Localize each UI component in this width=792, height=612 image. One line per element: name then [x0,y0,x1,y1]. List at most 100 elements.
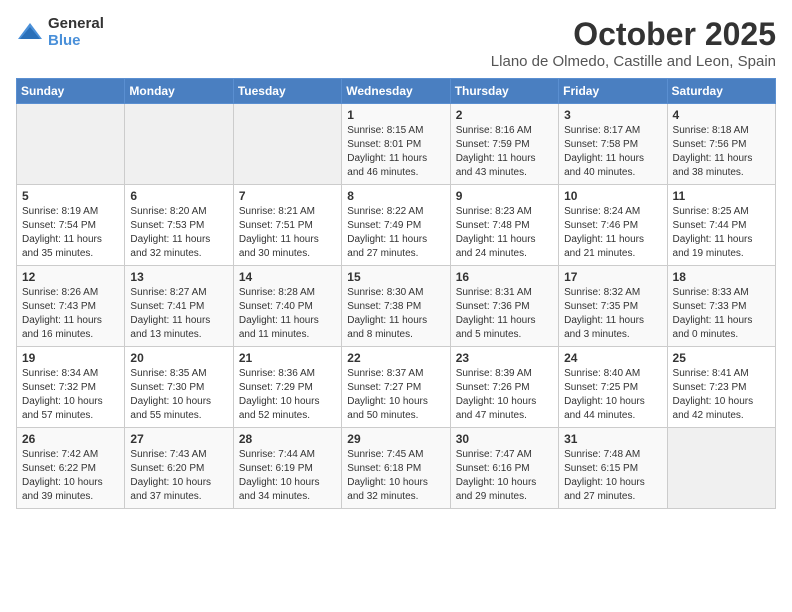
calendar-cell [667,428,775,509]
calendar-cell: 5 Sunrise: 8:19 AM Sunset: 7:54 PM Daylig… [17,185,125,266]
day-info: Sunrise: 8:18 AM Sunset: 7:56 PM Dayligh… [673,124,770,180]
day-info: Sunrise: 8:27 AM Sunset: 7:41 PM Dayligh… [130,286,227,342]
day-info: Sunrise: 8:28 AM Sunset: 7:40 PM Dayligh… [239,286,336,342]
day-number: 16 [456,270,553,284]
header-monday: Monday [125,79,233,104]
day-number: 1 [347,108,444,122]
calendar-week-2: 5 Sunrise: 8:19 AM Sunset: 7:54 PM Daylig… [17,185,776,266]
day-number: 8 [347,189,444,203]
calendar-cell: 24 Sunrise: 8:40 AM Sunset: 7:25 PM Dayli… [559,347,667,428]
day-number: 2 [456,108,553,122]
day-info: Sunrise: 8:26 AM Sunset: 7:43 PM Dayligh… [22,286,119,342]
day-info: Sunrise: 7:47 AM Sunset: 6:16 PM Dayligh… [456,448,553,504]
day-number: 26 [22,432,119,446]
day-number: 6 [130,189,227,203]
day-info: Sunrise: 8:22 AM Sunset: 7:49 PM Dayligh… [347,205,444,261]
header-saturday: Saturday [667,79,775,104]
calendar-cell: 21 Sunrise: 8:36 AM Sunset: 7:29 PM Dayli… [233,347,341,428]
day-info: Sunrise: 8:31 AM Sunset: 7:36 PM Dayligh… [456,286,553,342]
title-block: October 2025 Llano de Olmedo, Castille a… [491,16,776,70]
calendar-cell: 23 Sunrise: 8:39 AM Sunset: 7:26 PM Dayli… [450,347,558,428]
day-number: 23 [456,351,553,365]
day-info: Sunrise: 8:41 AM Sunset: 7:23 PM Dayligh… [673,367,770,423]
logo-blue: Blue [48,33,104,50]
day-info: Sunrise: 8:40 AM Sunset: 7:25 PM Dayligh… [564,367,661,423]
header-row: Sunday Monday Tuesday Wednesday Thursday… [17,79,776,104]
header-wednesday: Wednesday [342,79,450,104]
calendar-cell: 14 Sunrise: 8:28 AM Sunset: 7:40 PM Dayli… [233,266,341,347]
calendar-cell: 31 Sunrise: 7:48 AM Sunset: 6:15 PM Dayli… [559,428,667,509]
day-number: 17 [564,270,661,284]
day-number: 20 [130,351,227,365]
calendar-cell: 29Sunrise: 7:45 AM Sunset: 6:18 PM Dayli… [342,428,450,509]
day-info: Sunrise: 8:23 AM Sunset: 7:48 PM Dayligh… [456,205,553,261]
day-number: 28 [239,432,336,446]
calendar-cell: 9 Sunrise: 8:23 AM Sunset: 7:48 PM Daylig… [450,185,558,266]
header-friday: Friday [559,79,667,104]
calendar-cell: 8 Sunrise: 8:22 AM Sunset: 7:49 PM Daylig… [342,185,450,266]
day-info: Sunrise: 8:30 AM Sunset: 7:38 PM Dayligh… [347,286,444,342]
calendar-cell [233,104,341,185]
day-number: 7 [239,189,336,203]
calendar-cell: 17 Sunrise: 8:32 AM Sunset: 7:35 PM Dayli… [559,266,667,347]
calendar-cell: 4 Sunrise: 8:18 AM Sunset: 7:56 PM Daylig… [667,104,775,185]
calendar-cell: 13Sunrise: 8:27 AM Sunset: 7:41 PM Dayli… [125,266,233,347]
day-info: Sunrise: 8:39 AM Sunset: 7:26 PM Dayligh… [456,367,553,423]
calendar-cell [17,104,125,185]
day-number: 10 [564,189,661,203]
day-info: Sunrise: 8:36 AM Sunset: 7:29 PM Dayligh… [239,367,336,423]
calendar-cell: 30 Sunrise: 7:47 AM Sunset: 6:16 PM Dayli… [450,428,558,509]
day-number: 29 [347,432,444,446]
header-sunday: Sunday [17,79,125,104]
calendar-cell: 11 Sunrise: 8:25 AM Sunset: 7:44 PM Dayli… [667,185,775,266]
day-info: Sunrise: 8:35 AM Sunset: 7:30 PM Dayligh… [130,367,227,423]
day-number: 24 [564,351,661,365]
day-info: Sunrise: 8:34 AM Sunset: 7:32 PM Dayligh… [22,367,119,423]
calendar-cell [125,104,233,185]
logo: General Blue [16,16,104,49]
day-number: 31 [564,432,661,446]
day-info: Sunrise: 7:48 AM Sunset: 6:15 PM Dayligh… [564,448,661,504]
logo-icon [16,19,44,47]
page-header: General Blue October 2025 Llano de Olmed… [16,16,776,70]
calendar-cell: 22Sunrise: 8:37 AM Sunset: 7:27 PM Dayli… [342,347,450,428]
day-number: 11 [673,189,770,203]
day-number: 4 [673,108,770,122]
day-info: Sunrise: 8:24 AM Sunset: 7:46 PM Dayligh… [564,205,661,261]
calendar-cell: 18Sunrise: 8:33 AM Sunset: 7:33 PM Dayli… [667,266,775,347]
calendar-cell: 25Sunrise: 8:41 AM Sunset: 7:23 PM Dayli… [667,347,775,428]
calendar-cell: 2Sunrise: 8:16 AM Sunset: 7:59 PM Daylig… [450,104,558,185]
calendar-cell: 3Sunrise: 8:17 AM Sunset: 7:58 PM Daylig… [559,104,667,185]
calendar-cell: 20 Sunrise: 8:35 AM Sunset: 7:30 PM Dayli… [125,347,233,428]
day-number: 14 [239,270,336,284]
calendar-cell: 1Sunrise: 8:15 AM Sunset: 8:01 PM Daylig… [342,104,450,185]
day-number: 21 [239,351,336,365]
calendar-cell: 15Sunrise: 8:30 AM Sunset: 7:38 PM Dayli… [342,266,450,347]
day-info: Sunrise: 8:19 AM Sunset: 7:54 PM Dayligh… [22,205,119,261]
day-number: 19 [22,351,119,365]
day-number: 9 [456,189,553,203]
day-info: Sunrise: 8:32 AM Sunset: 7:35 PM Dayligh… [564,286,661,342]
day-number: 22 [347,351,444,365]
calendar-cell: 16 Sunrise: 8:31 AM Sunset: 7:36 PM Dayli… [450,266,558,347]
calendar-week-5: 26Sunrise: 7:42 AM Sunset: 6:22 PM Dayli… [17,428,776,509]
calendar-cell: 6 Sunrise: 8:20 AM Sunset: 7:53 PM Daylig… [125,185,233,266]
day-number: 12 [22,270,119,284]
day-info: Sunrise: 8:25 AM Sunset: 7:44 PM Dayligh… [673,205,770,261]
day-info: Sunrise: 7:44 AM Sunset: 6:19 PM Dayligh… [239,448,336,504]
calendar-week-3: 12 Sunrise: 8:26 AM Sunset: 7:43 PM Dayli… [17,266,776,347]
header-thursday: Thursday [450,79,558,104]
header-tuesday: Tuesday [233,79,341,104]
calendar-table: Sunday Monday Tuesday Wednesday Thursday… [16,78,776,509]
day-number: 5 [22,189,119,203]
calendar-body: 1Sunrise: 8:15 AM Sunset: 8:01 PM Daylig… [17,104,776,509]
calendar-week-1: 1Sunrise: 8:15 AM Sunset: 8:01 PM Daylig… [17,104,776,185]
calendar-cell: 28 Sunrise: 7:44 AM Sunset: 6:19 PM Dayli… [233,428,341,509]
logo-general: General [48,16,104,33]
day-info: Sunrise: 7:43 AM Sunset: 6:20 PM Dayligh… [130,448,227,504]
day-info: Sunrise: 8:20 AM Sunset: 7:53 PM Dayligh… [130,205,227,261]
calendar-week-4: 19 Sunrise: 8:34 AM Sunset: 7:32 PM Dayli… [17,347,776,428]
calendar-cell: 10 Sunrise: 8:24 AM Sunset: 7:46 PM Dayli… [559,185,667,266]
month-title: October 2025 [491,16,776,53]
day-number: 30 [456,432,553,446]
